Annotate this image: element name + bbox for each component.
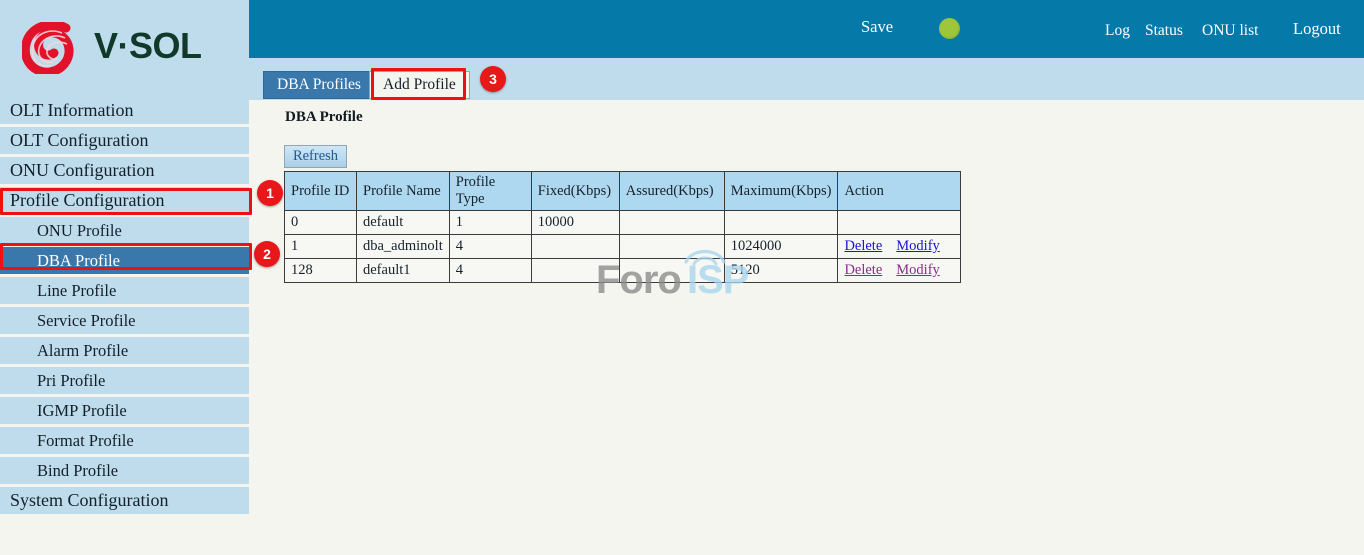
sidebar-item-label: Service Profile xyxy=(37,311,136,330)
brand-logo[interactable]: V·SOL xyxy=(22,22,232,74)
cell-assured xyxy=(619,259,724,283)
cell-action xyxy=(838,211,960,235)
sidebar-item-label: ONU Profile xyxy=(37,221,122,240)
column-header-action: Action xyxy=(838,172,960,211)
delete-link[interactable]: Delete xyxy=(844,238,882,254)
table-header-row: Profile ID Profile Name Profile Type Fix… xyxy=(285,172,961,211)
table-body: 0 default 1 10000 1 dba_adminolt 4 10240… xyxy=(285,211,961,283)
sidebar-item-profile-configuration[interactable]: Profile Configuration xyxy=(0,187,249,214)
header-link-onu-list[interactable]: ONU list xyxy=(1202,22,1258,40)
logout-button[interactable]: Logout xyxy=(1293,19,1341,39)
sidebar-menu: OLT Information OLT Configuration ONU Co… xyxy=(0,97,249,517)
sidebar: V·SOL OLT Information OLT Configuration … xyxy=(0,0,249,555)
cell-maximum xyxy=(724,211,838,235)
cell-profile-name: default1 xyxy=(357,259,450,283)
table-row: 1 dba_adminolt 4 1024000 Delete Modify xyxy=(285,235,961,259)
modify-link[interactable]: Modify xyxy=(896,238,940,254)
annotation-badge-2: 2 xyxy=(254,241,280,267)
sidebar-item-label: Alarm Profile xyxy=(37,341,128,360)
tab-dba-profiles[interactable]: DBA Profiles xyxy=(263,71,375,99)
header-link-log[interactable]: Log xyxy=(1105,22,1130,40)
cell-action: Delete Modify xyxy=(838,235,960,259)
sidebar-item-label: OLT Configuration xyxy=(10,130,149,150)
refresh-button[interactable]: Refresh xyxy=(284,145,347,168)
annotation-badge-1: 1 xyxy=(257,180,283,206)
cell-profile-id: 128 xyxy=(285,259,357,283)
sidebar-item-bind-profile[interactable]: Bind Profile xyxy=(0,457,249,484)
cell-fixed xyxy=(531,259,619,283)
cell-profile-type: 4 xyxy=(449,259,531,283)
tab-add-profile[interactable]: Add Profile xyxy=(369,71,470,99)
tab-bar: DBA Profiles Add Profile xyxy=(249,58,1364,100)
sidebar-item-label: OLT Information xyxy=(10,100,134,120)
table-header: Profile ID Profile Name Profile Type Fix… xyxy=(285,172,961,211)
sidebar-item-line-profile[interactable]: Line Profile xyxy=(0,277,249,304)
page-title: DBA Profile xyxy=(285,109,363,126)
olt-web-management-page: V·SOL OLT Information OLT Configuration … xyxy=(0,0,1364,555)
delete-link[interactable]: Delete xyxy=(844,262,882,278)
cell-profile-type: 4 xyxy=(449,235,531,259)
column-header-assured: Assured(Kbps) xyxy=(619,172,724,211)
cell-maximum: 1024000 xyxy=(724,235,838,259)
sidebar-item-onu-profile[interactable]: ONU Profile xyxy=(0,217,249,244)
modify-link[interactable]: Modify xyxy=(896,262,940,278)
brand-logo-text: V·SOL xyxy=(94,24,202,68)
cell-profile-name: default xyxy=(357,211,450,235)
sidebar-item-dba-profile[interactable]: DBA Profile xyxy=(0,247,249,274)
column-header-profile-type: Profile Type xyxy=(449,172,531,211)
sidebar-item-label: Profile Configuration xyxy=(10,190,164,210)
cell-action: Delete Modify xyxy=(838,259,960,283)
sidebar-item-format-profile[interactable]: Format Profile xyxy=(0,427,249,454)
sidebar-item-label: Format Profile xyxy=(37,431,134,450)
table-row: 128 default1 4 5120 Delete Modify xyxy=(285,259,961,283)
sidebar-item-label: IGMP Profile xyxy=(37,401,127,420)
save-button[interactable]: Save xyxy=(861,17,893,37)
sidebar-item-label: Line Profile xyxy=(37,281,116,300)
column-header-profile-id: Profile ID xyxy=(285,172,357,211)
sidebar-item-alarm-profile[interactable]: Alarm Profile xyxy=(0,337,249,364)
cell-fixed xyxy=(531,235,619,259)
annotation-badge-3: 3 xyxy=(480,66,506,92)
cell-assured xyxy=(619,211,724,235)
top-header-bar: Save Log Status ONU list Logout xyxy=(249,0,1364,58)
cell-assured xyxy=(619,235,724,259)
sidebar-item-pri-profile[interactable]: Pri Profile xyxy=(0,367,249,394)
sidebar-item-label: Pri Profile xyxy=(37,371,105,390)
cell-fixed: 10000 xyxy=(531,211,619,235)
vsol-swirl-logo-icon xyxy=(22,22,84,74)
status-indicator-dot xyxy=(939,18,960,39)
cell-profile-name: dba_adminolt xyxy=(357,235,450,259)
header-link-status[interactable]: Status xyxy=(1145,22,1183,40)
cell-profile-id: 0 xyxy=(285,211,357,235)
column-header-profile-name: Profile Name xyxy=(357,172,450,211)
logo-area: V·SOL xyxy=(0,0,249,97)
sidebar-item-onu-configuration[interactable]: ONU Configuration xyxy=(0,157,249,184)
sidebar-item-label: DBA Profile xyxy=(37,251,120,270)
column-header-maximum: Maximum(Kbps) xyxy=(724,172,838,211)
sidebar-item-service-profile[interactable]: Service Profile xyxy=(0,307,249,334)
main-content: DBA Profile Refresh Profile ID Profile N… xyxy=(249,100,1364,555)
sidebar-item-igmp-profile[interactable]: IGMP Profile xyxy=(0,397,249,424)
sidebar-item-system-configuration[interactable]: System Configuration xyxy=(0,487,249,514)
sidebar-item-olt-configuration[interactable]: OLT Configuration xyxy=(0,127,249,154)
dba-profile-table: Profile ID Profile Name Profile Type Fix… xyxy=(284,171,961,283)
cell-maximum: 5120 xyxy=(724,259,838,283)
cell-profile-type: 1 xyxy=(449,211,531,235)
sidebar-item-label: ONU Configuration xyxy=(10,160,154,180)
table-row: 0 default 1 10000 xyxy=(285,211,961,235)
sidebar-item-label: System Configuration xyxy=(10,490,169,510)
column-header-fixed: Fixed(Kbps) xyxy=(531,172,619,211)
sidebar-item-label: Bind Profile xyxy=(37,461,118,480)
sidebar-item-olt-information[interactable]: OLT Information xyxy=(0,97,249,124)
cell-profile-id: 1 xyxy=(285,235,357,259)
